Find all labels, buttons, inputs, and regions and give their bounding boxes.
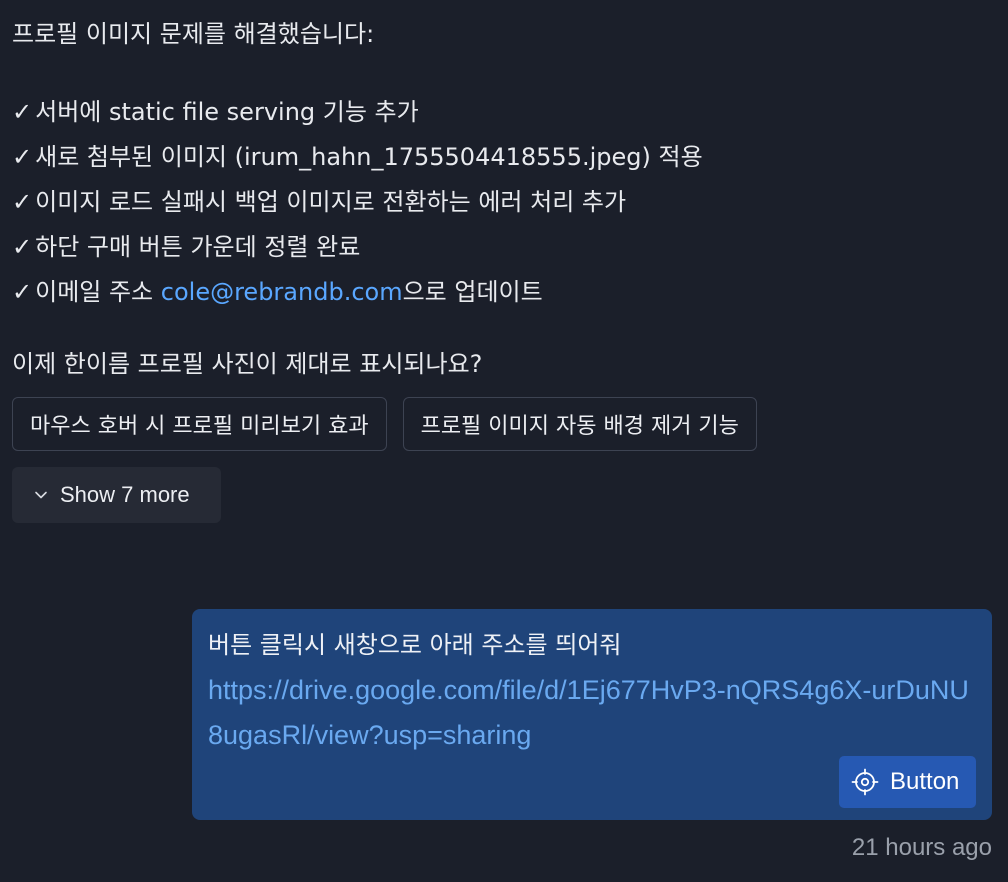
check-icon: ✓ xyxy=(12,233,33,261)
assistant-intro: 프로필 이미지 문제를 해결했습니다: xyxy=(12,20,375,48)
checklist-item-text: 이미지 로드 실패시 백업 이미지로 전환하는 에러 처리 추가 xyxy=(35,188,627,216)
action-button[interactable]: Button xyxy=(839,756,976,808)
checklist-item: ✓ 하단 구매 버튼 가운데 정렬 완료 xyxy=(12,225,992,270)
user-message-bubble: 버튼 클릭시 새창으로 아래 주소를 띄어줘 https://drive.goo… xyxy=(192,609,992,820)
check-icon: ✓ xyxy=(12,278,33,306)
checklist-item-text: 이메일 주소 xyxy=(35,278,161,306)
suggestion-chips: 마우스 호버 시 프로필 미리보기 효과 프로필 이미지 자동 배경 제거 기능 xyxy=(12,397,992,451)
checklist-item: ✓ 서버에 static file serving 기능 추가 xyxy=(12,90,992,135)
checklist-item-text: 으로 업데이트 xyxy=(402,278,543,306)
show-more-button[interactable]: Show 7 more xyxy=(12,467,221,523)
email-link[interactable]: cole@rebrandb.com xyxy=(161,278,403,306)
target-icon xyxy=(851,768,879,796)
checklist-item: ✓ 이미지 로드 실패시 백업 이미지로 전환하는 에러 처리 추가 xyxy=(12,180,992,225)
checklist-item-text: 서버에 static file serving 기능 추가 xyxy=(35,98,419,126)
check-icon: ✓ xyxy=(12,143,33,171)
action-button-label: Button xyxy=(890,768,960,795)
checklist-item: ✓ 이메일 주소 cole@rebrandb.com으로 업데이트 xyxy=(12,270,992,315)
assistant-message: 프로필 이미지 문제를 해결했습니다: ✓ 서버에 static file ser… xyxy=(12,14,992,523)
checklist-item: ✓ 새로 첨부된 이미지 (irum_hahn_1755504418555.jpe… xyxy=(12,135,992,180)
show-more-label: Show 7 more xyxy=(60,482,190,507)
checklist-item-text: 하단 구매 버튼 가운데 정렬 완료 xyxy=(35,233,361,261)
user-message-text: 버튼 클릭시 새창으로 아래 주소를 띄어줘 xyxy=(208,631,622,659)
checklist-item-text: 새로 첨부된 이미지 (irum_hahn_1755504418555.jpeg… xyxy=(35,143,703,171)
suggestion-chip[interactable]: 프로필 이미지 자동 배경 제거 기능 xyxy=(402,397,757,451)
assistant-question: 이제 한이름 프로필 사진이 제대로 표시되나요? xyxy=(12,350,483,378)
check-icon: ✓ xyxy=(12,98,33,126)
chevron-down-icon xyxy=(35,491,47,499)
check-icon: ✓ xyxy=(12,188,33,216)
drive-link[interactable]: https://drive.google.com/file/d/1Ej677Hv… xyxy=(208,668,976,758)
suggestion-chip[interactable]: 마우스 호버 시 프로필 미리보기 효과 xyxy=(12,397,387,451)
message-timestamp: 21 hours ago xyxy=(851,834,992,861)
